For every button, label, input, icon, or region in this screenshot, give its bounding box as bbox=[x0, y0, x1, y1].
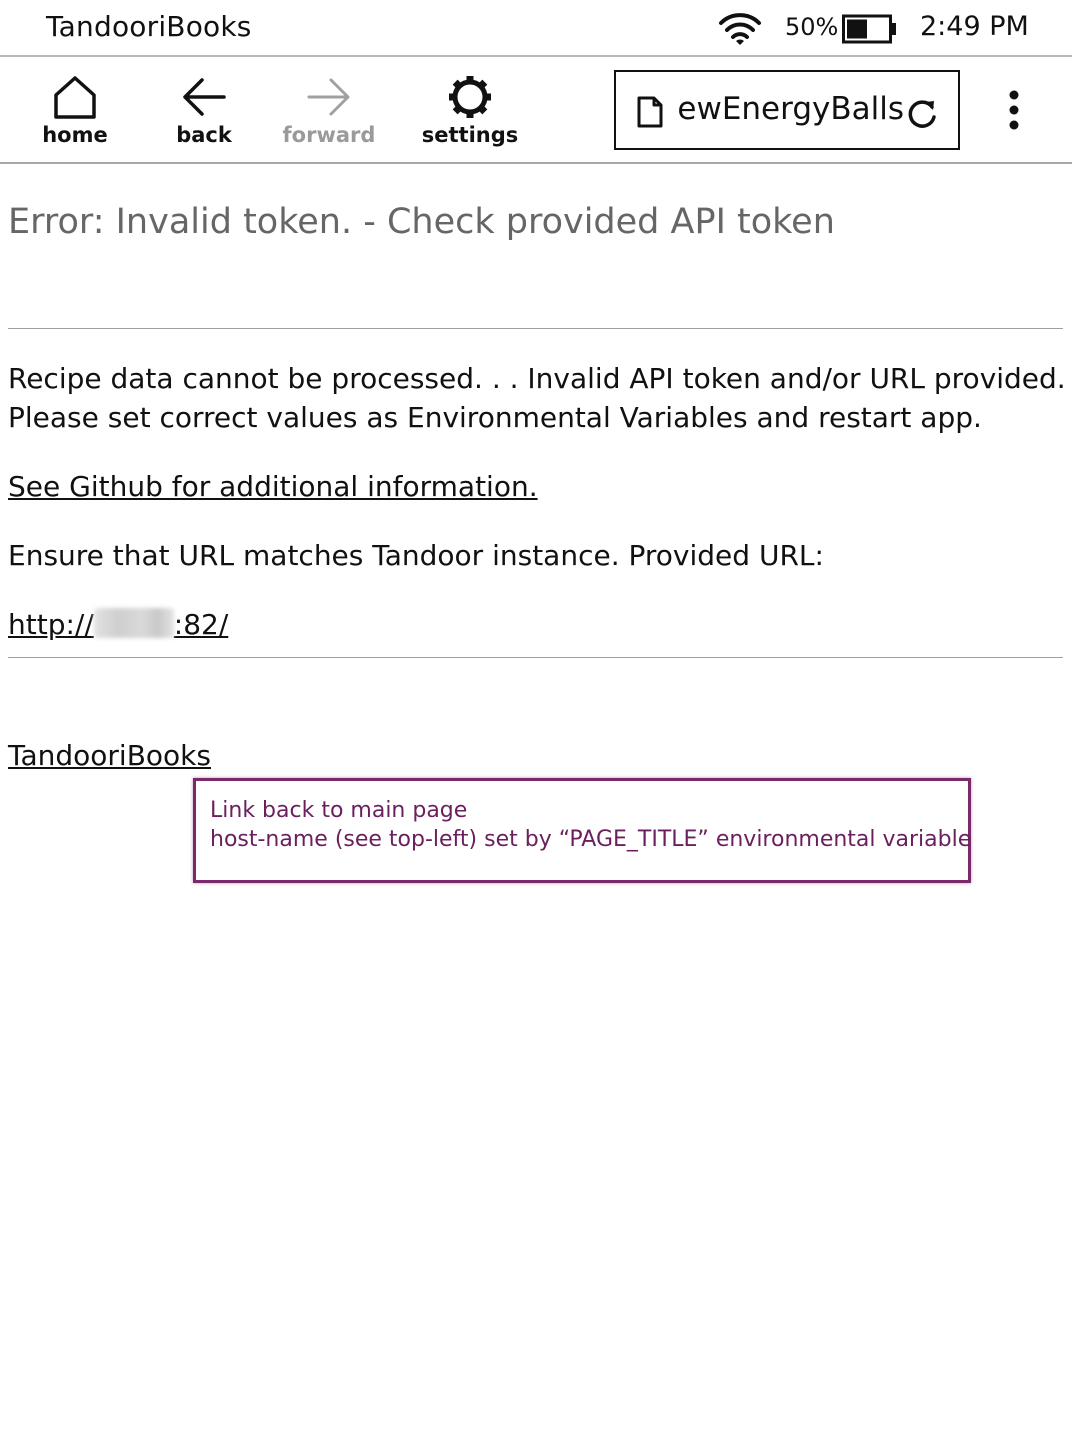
divider bbox=[8, 657, 1063, 658]
home-label: home bbox=[42, 123, 108, 147]
annotation-line-2: host-name (see top-left) set by “PAGE_TI… bbox=[210, 827, 972, 852]
settings-label: settings bbox=[421, 123, 519, 147]
provided-url-suffix: :82/ bbox=[173, 608, 229, 641]
home-icon bbox=[54, 76, 96, 119]
back-button[interactable]: back bbox=[164, 57, 244, 162]
divider bbox=[8, 328, 1063, 329]
forward-label: forward bbox=[282, 123, 376, 147]
battery-percent: 50% bbox=[785, 13, 839, 41]
address-bar-text: ewEnergyBalls bbox=[678, 91, 904, 127]
provided-url-link[interactable]: http:// :82/ bbox=[8, 608, 228, 641]
back-label: back bbox=[176, 123, 232, 147]
back-arrow-icon bbox=[183, 78, 226, 116]
screen: TandooriBooks 50% 2:49 PM home back forw… bbox=[0, 0, 1072, 1448]
forward-arrow-icon bbox=[307, 78, 350, 116]
address-bar[interactable]: ewEnergyBalls bbox=[614, 70, 960, 150]
wifi-icon bbox=[719, 13, 761, 45]
annotation-line-1: Link back to main page bbox=[210, 798, 468, 823]
clock: 2:49 PM bbox=[920, 11, 1029, 42]
provided-url-prefix: http:// bbox=[8, 608, 94, 641]
error-message-line-1: Recipe data cannot be processed. . . Inv… bbox=[8, 362, 1066, 395]
status-bar: TandooriBooks 50% 2:49 PM bbox=[0, 0, 1072, 57]
annotation-callout: Link back to main page host-name (see to… bbox=[193, 778, 971, 883]
error-heading: Error: Invalid token. - Check provided A… bbox=[8, 202, 835, 242]
ensure-url-text: Ensure that URL matches Tandoor instance… bbox=[8, 539, 824, 572]
error-message-line-2: Please set correct values as Environment… bbox=[8, 401, 982, 434]
settings-button[interactable]: settings bbox=[420, 57, 520, 162]
github-link[interactable]: See Github for additional information. bbox=[8, 470, 538, 503]
browser-toolbar: home back forward settings ewEnergyBalls bbox=[0, 57, 1072, 164]
battery-icon bbox=[842, 14, 896, 44]
home-button[interactable]: home bbox=[35, 57, 115, 162]
main-page-link[interactable]: TandooriBooks bbox=[8, 739, 211, 772]
gear-icon bbox=[449, 76, 491, 118]
forward-button[interactable]: forward bbox=[282, 57, 376, 162]
document-icon bbox=[637, 96, 663, 128]
reload-icon[interactable] bbox=[905, 96, 939, 130]
more-vertical-icon[interactable] bbox=[998, 87, 1030, 133]
status-bar-title: TandooriBooks bbox=[46, 10, 252, 43]
redacted-hostname bbox=[93, 608, 174, 638]
